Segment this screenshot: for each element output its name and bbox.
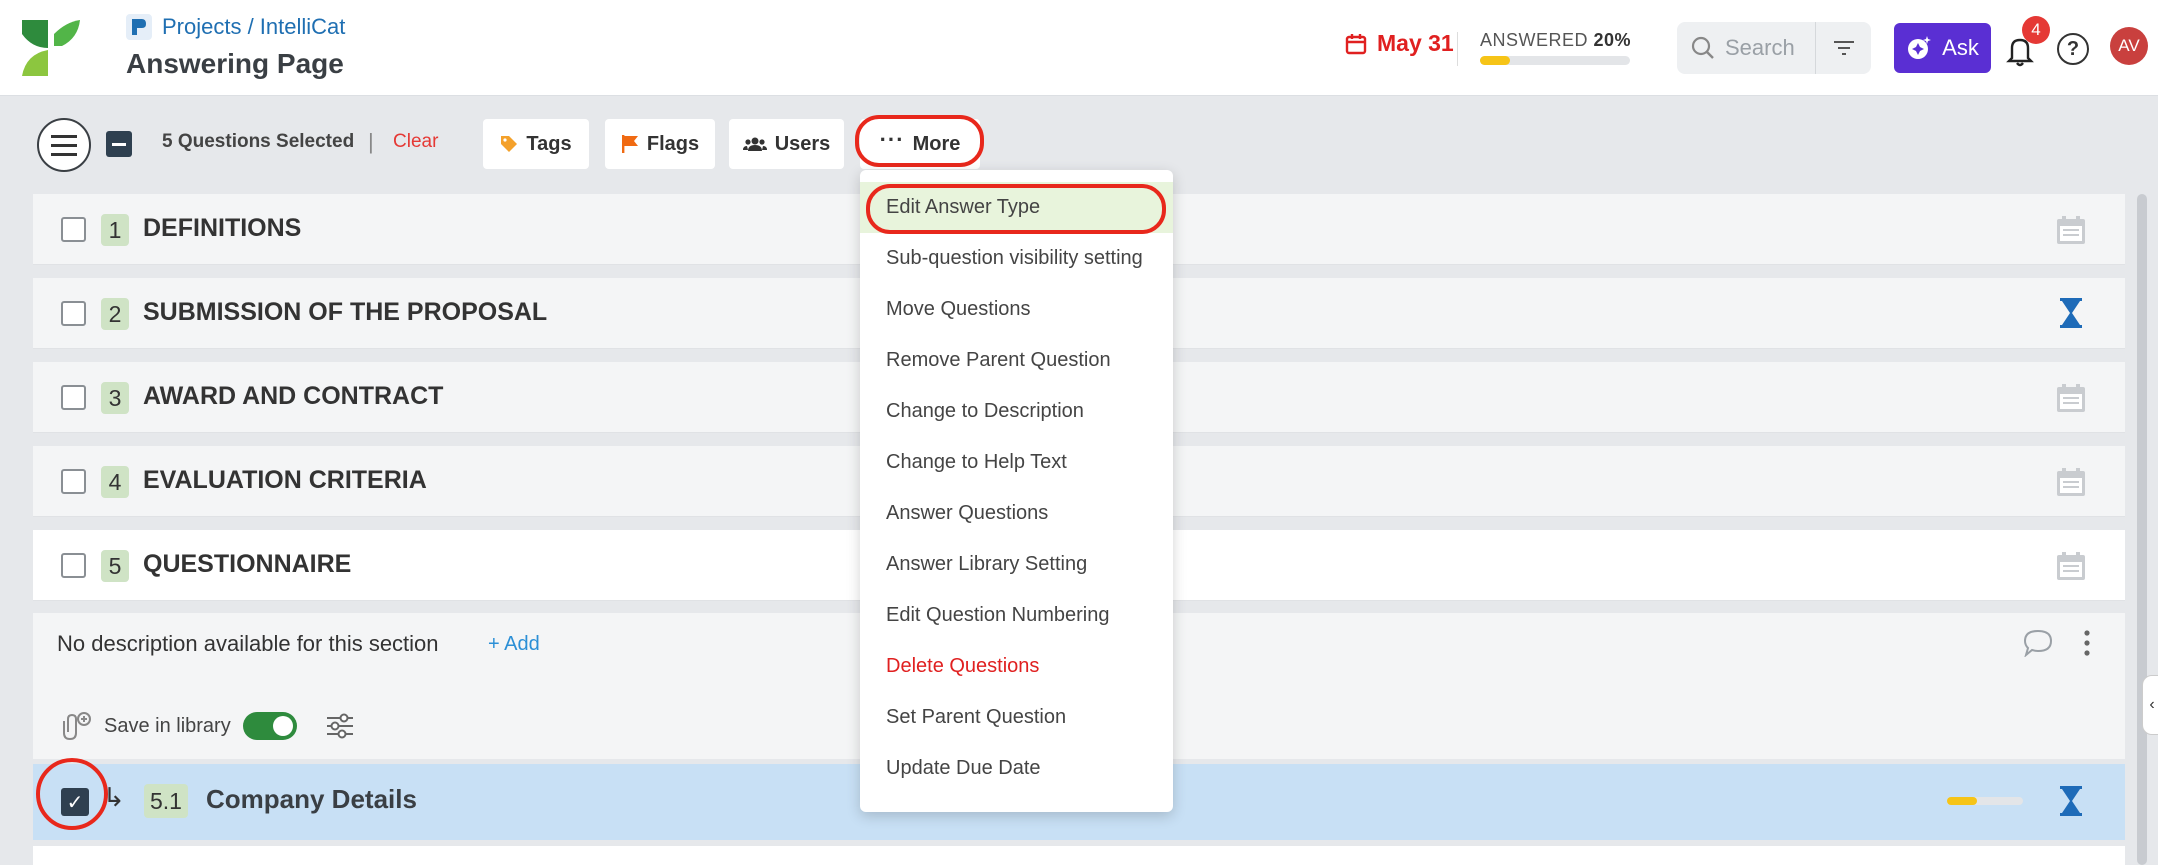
menu-item-update-due-date[interactable]: Update Due Date bbox=[860, 743, 1173, 794]
breadcrumb-text[interactable]: Projects / IntelliCat bbox=[162, 14, 345, 40]
side-panel-toggle[interactable]: ‹ bbox=[2142, 675, 2158, 735]
menu-item-answer-library-setting[interactable]: Answer Library Setting bbox=[860, 539, 1173, 590]
tag-icon bbox=[501, 136, 518, 152]
answered-progress-bar bbox=[1480, 56, 1630, 65]
row-checkbox[interactable] bbox=[61, 553, 86, 578]
row-checkbox[interactable] bbox=[61, 301, 86, 326]
due-date-text: May 31 bbox=[1377, 30, 1454, 56]
ask-button[interactable]: Ask bbox=[1894, 23, 1991, 73]
hourglass-icon[interactable] bbox=[2059, 786, 2083, 816]
menu-item-edit-question-numbering[interactable]: Edit Question Numbering bbox=[860, 590, 1173, 641]
section-number: 4 bbox=[101, 466, 129, 498]
row-checkbox[interactable] bbox=[61, 217, 86, 242]
section-title: DEFINITIONS bbox=[143, 214, 302, 242]
tags-button[interactable]: Tags bbox=[483, 119, 589, 169]
answered-label: ANSWERED 20% bbox=[1480, 30, 1632, 50]
save-in-library-label: Save in library bbox=[104, 714, 231, 737]
subquestion-number: 5.1 bbox=[144, 784, 188, 818]
app-logo-icon[interactable] bbox=[22, 20, 80, 76]
select-all-checkbox[interactable] bbox=[106, 131, 132, 157]
section-title: AWARD AND CONTRACT bbox=[143, 382, 444, 410]
more-dropdown-menu: Edit Answer Type Sub-question visibility… bbox=[860, 170, 1173, 812]
calendar-icon[interactable] bbox=[2055, 214, 2087, 246]
save-in-library-row: Save in library bbox=[58, 711, 355, 741]
ask-label: Ask bbox=[1942, 35, 1979, 60]
calendar-icon bbox=[1345, 33, 1367, 54]
menu-item-remove-parent[interactable]: Remove Parent Question bbox=[860, 335, 1173, 386]
subquestion-progress-bar bbox=[1947, 797, 2023, 805]
flags-button[interactable]: Flags bbox=[605, 119, 715, 169]
edit-answer-type-highlight bbox=[866, 184, 1166, 234]
calendar-icon[interactable] bbox=[2055, 466, 2087, 498]
flag-icon bbox=[621, 135, 638, 153]
row-checkbox[interactable] bbox=[61, 469, 86, 494]
divider bbox=[1457, 32, 1458, 66]
help-icon[interactable]: ? bbox=[2057, 33, 2089, 65]
page-title: Answering Page bbox=[126, 48, 344, 79]
comment-icon[interactable] bbox=[2023, 629, 2053, 657]
section-number: 3 bbox=[101, 382, 129, 414]
project-icon bbox=[126, 14, 152, 40]
app-header: Projects / IntelliCat Answering Page May… bbox=[0, 0, 2158, 96]
tags-label: Tags bbox=[526, 132, 572, 155]
calendar-icon[interactable] bbox=[2055, 382, 2087, 414]
section-number: 1 bbox=[101, 214, 129, 246]
search-input[interactable]: Search bbox=[1677, 22, 1815, 74]
search-icon bbox=[1691, 36, 1714, 59]
more-button-highlight bbox=[855, 115, 984, 167]
menu-item-subquestion-visibility[interactable]: Sub-question visibility setting bbox=[860, 233, 1173, 284]
hourglass-icon[interactable] bbox=[2059, 298, 2083, 328]
section-description-text: No description available for this sectio… bbox=[57, 631, 439, 656]
row-checkbox[interactable] bbox=[61, 385, 86, 410]
flags-label: Flags bbox=[646, 132, 700, 155]
answered-percent: 20% bbox=[1593, 30, 1632, 50]
menu-item-change-to-help-text[interactable]: Change to Help Text bbox=[860, 437, 1173, 488]
section-title: QUESTIONNAIRE bbox=[143, 550, 352, 578]
users-icon bbox=[742, 137, 767, 151]
next-row bbox=[33, 846, 2125, 865]
due-date[interactable]: May 31 bbox=[1345, 30, 1454, 57]
subquestion-title: Company Details bbox=[206, 784, 417, 814]
section-number: 5 bbox=[101, 550, 129, 582]
subquestion-progress-fill bbox=[1947, 797, 1978, 805]
menu-item-change-to-description[interactable]: Change to Description bbox=[860, 386, 1173, 437]
section-number: 2 bbox=[101, 298, 129, 330]
notification-badge: 4 bbox=[2022, 16, 2050, 44]
search-placeholder: Search bbox=[1725, 35, 1795, 60]
checkbox-highlight bbox=[36, 758, 108, 830]
add-description-link[interactable]: + Add bbox=[488, 633, 540, 656]
selection-count: 5 Questions Selected bbox=[162, 131, 355, 152]
filter-button[interactable] bbox=[1815, 22, 1871, 74]
users-label: Users bbox=[774, 132, 831, 155]
section-title: EVALUATION CRITERIA bbox=[143, 466, 427, 494]
attachment-add-icon[interactable] bbox=[58, 711, 92, 741]
breadcrumb[interactable]: Projects / IntelliCat bbox=[126, 14, 345, 40]
save-in-library-toggle[interactable] bbox=[242, 712, 297, 740]
kebab-menu-icon[interactable] bbox=[2083, 629, 2091, 657]
ai-sparkle-icon bbox=[1908, 36, 1932, 59]
scrollbar[interactable] bbox=[2137, 194, 2147, 865]
menu-item-answer-questions[interactable]: Answer Questions bbox=[860, 488, 1173, 539]
section-title: SUBMISSION OF THE PROPOSAL bbox=[143, 298, 548, 326]
menu-item-delete-questions[interactable]: Delete Questions bbox=[860, 641, 1173, 692]
menu-item-set-parent-question[interactable]: Set Parent Question bbox=[860, 692, 1173, 743]
clear-selection-link[interactable]: Clear bbox=[393, 131, 438, 153]
settings-sliders-icon[interactable] bbox=[325, 712, 355, 740]
answered-progress-fill bbox=[1480, 56, 1510, 65]
avatar[interactable]: AV bbox=[2110, 27, 2148, 65]
menu-item-move-questions[interactable]: Move Questions bbox=[860, 284, 1173, 335]
filter-icon bbox=[1833, 41, 1854, 55]
users-button[interactable]: Users bbox=[729, 119, 844, 169]
calendar-icon[interactable] bbox=[2055, 550, 2087, 582]
menu-toggle-button[interactable] bbox=[37, 118, 91, 172]
toolbar-separator: | bbox=[368, 129, 374, 154]
